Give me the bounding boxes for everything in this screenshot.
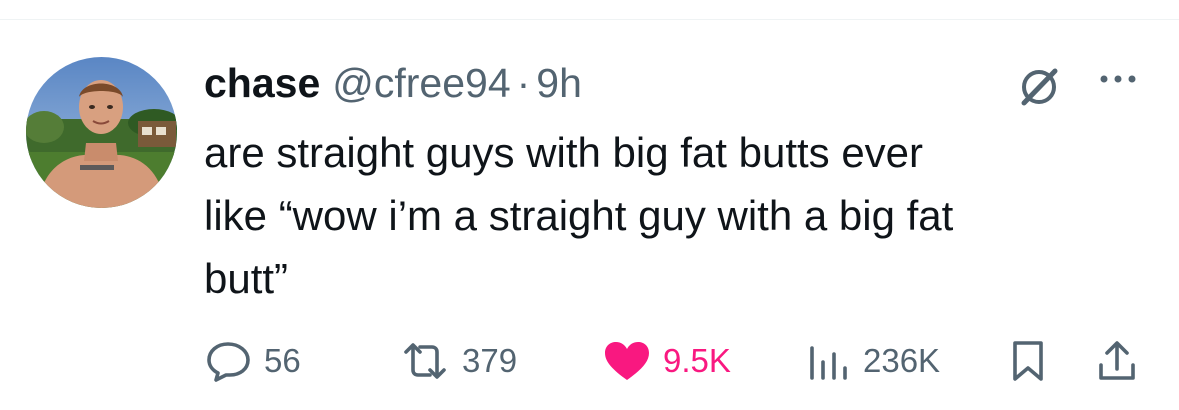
repost-button[interactable]: 379 <box>400 336 517 386</box>
view-count: 236K <box>863 342 941 379</box>
share-button[interactable] <box>1096 336 1138 386</box>
tweet-text: are straight guys with big fat butts eve… <box>204 129 954 302</box>
tweet-header: chase @cfree94 · 9h <box>204 58 582 108</box>
share-icon <box>1096 339 1138 383</box>
repost-count: 379 <box>462 342 518 379</box>
reply-count: 56 <box>264 342 301 379</box>
grok-icon[interactable] <box>1015 62 1063 110</box>
heart-icon <box>603 340 651 382</box>
repost-icon <box>400 340 450 382</box>
more-icon[interactable] <box>1090 66 1146 92</box>
views-icon <box>805 340 851 382</box>
like-button[interactable]: 9.5K <box>603 336 731 386</box>
reply-icon <box>206 340 252 382</box>
top-divider <box>0 19 1179 20</box>
timestamp[interactable]: 9h <box>536 58 582 108</box>
author-name[interactable]: chase <box>204 58 320 108</box>
action-bar: 56 379 9.5K 236K <box>0 336 1179 386</box>
separator-dot: · <box>516 60 531 106</box>
views-button[interactable]: 236K <box>805 336 940 386</box>
avatar[interactable] <box>26 57 177 208</box>
bookmark-icon <box>1008 339 1048 383</box>
author-handle[interactable]: @cfree94 <box>332 58 510 108</box>
bookmark-button[interactable] <box>1008 336 1048 386</box>
reply-button[interactable]: 56 <box>206 336 301 386</box>
like-count: 9.5K <box>663 342 731 379</box>
